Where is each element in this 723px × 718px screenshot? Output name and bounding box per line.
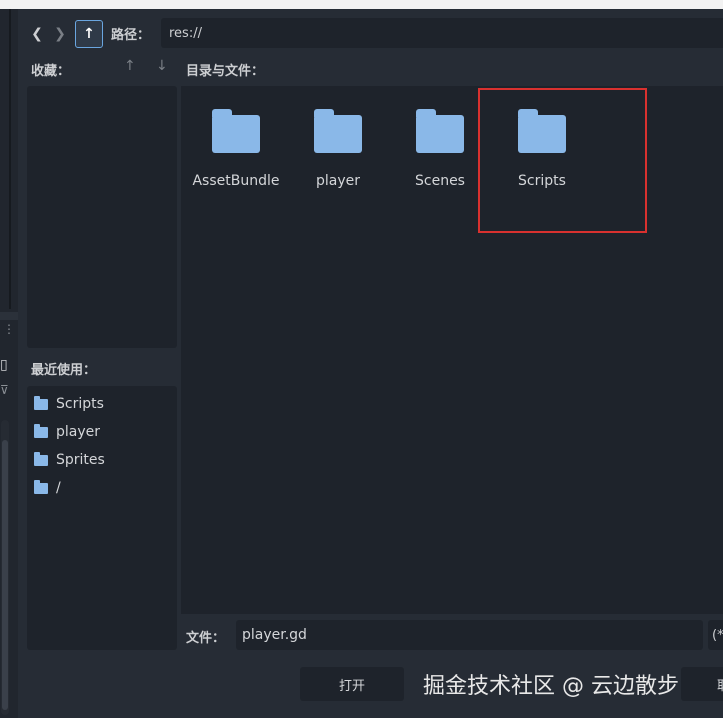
folder-icon: [314, 109, 362, 153]
recent-item-sprites[interactable]: Sprites: [34, 450, 105, 470]
path-input[interactable]: [161, 18, 723, 48]
folder-name: Scenes: [415, 173, 465, 189]
move-favorite-down-icon[interactable]: ↓: [156, 58, 168, 74]
move-favorite-up-icon[interactable]: ↑: [124, 58, 136, 74]
scrollbar-thumb[interactable]: [2, 440, 8, 710]
folder-icon: [34, 395, 48, 410]
folder-icon: [34, 479, 48, 494]
favorites-list[interactable]: [27, 86, 177, 348]
chevron-left-icon: ❮: [31, 26, 43, 42]
forward-button[interactable]: ❯: [49, 21, 71, 47]
recent-item-label: player: [56, 424, 101, 440]
recent-item-label: /: [56, 480, 61, 496]
recent-label: 最近使用：: [31, 363, 97, 378]
filter-icon[interactable]: ⊽: [0, 383, 9, 397]
highlight-annotation: [478, 88, 647, 233]
dock-divider: [9, 9, 11, 309]
folder-icon: [212, 109, 260, 153]
watermark: 掘金技术社区 @ 云边散步: [423, 674, 679, 699]
favorites-label: 收藏：: [31, 64, 71, 79]
chevron-right-icon: ❯: [54, 26, 66, 42]
folder-name: player: [315, 173, 360, 189]
folder-item-scenes[interactable]: Scenes: [390, 108, 490, 198]
files-label: 目录与文件：: [186, 64, 265, 79]
file-name-input[interactable]: [236, 620, 703, 650]
panel-icon[interactable]: ▯: [0, 357, 8, 373]
folder-item-player[interactable]: player: [288, 108, 388, 198]
folder-icon: [34, 423, 48, 438]
recent-item-player[interactable]: player: [34, 422, 100, 442]
folder-name: AssetBundle: [192, 173, 280, 189]
cancel-button[interactable]: 取消: [681, 667, 723, 701]
open-button[interactable]: 打开: [300, 667, 404, 701]
folder-icon: [34, 451, 48, 466]
file-label: 文件：: [186, 631, 226, 646]
path-label: 路径：: [111, 28, 151, 43]
window-top-strip: [0, 0, 723, 9]
recent-item-root[interactable]: /: [34, 478, 61, 498]
recent-item-label: Scripts: [56, 396, 104, 412]
recent-item-label: Sprites: [56, 452, 105, 468]
parent-folder-button[interactable]: ↑: [75, 20, 103, 48]
file-filter-select[interactable]: (*: [708, 620, 723, 650]
dock-splitter[interactable]: [0, 312, 18, 320]
grip-icon[interactable]: ⋮: [3, 322, 15, 336]
folder-item-assetbundle[interactable]: AssetBundle: [186, 108, 286, 198]
back-button[interactable]: ❮: [26, 21, 48, 47]
arrow-up-icon: ↑: [83, 26, 95, 42]
folder-icon: [416, 109, 464, 153]
recent-item-scripts[interactable]: Scripts: [34, 394, 104, 414]
